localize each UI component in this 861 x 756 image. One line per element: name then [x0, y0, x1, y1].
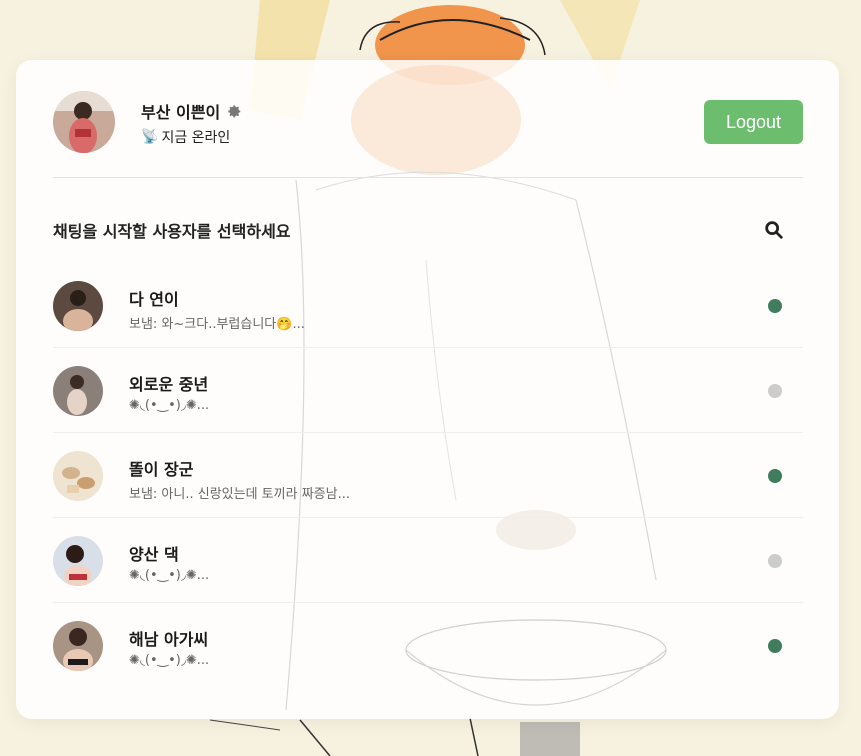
user-list-item[interactable]: 똘이 장군 보냄: 아니.. 신랑있는데 토끼라 짜증남...	[53, 433, 803, 518]
online-status: 📡 지금 온라인	[141, 127, 230, 147]
profile-name-row: 부산 이쁜이	[141, 99, 242, 123]
user-avatar	[53, 536, 103, 586]
status-dot	[768, 554, 782, 568]
last-message: ✺◟(•‿•)◞✺...	[129, 653, 210, 668]
status-dot	[768, 639, 782, 653]
profile-name: 부산 이쁜이	[141, 103, 221, 122]
user-name: 똘이 장군	[129, 460, 194, 479]
chat-panel: 부산 이쁜이 📡 지금 온라인 Logout 채팅을 시작할 사용자를 선택하세…	[16, 60, 839, 719]
status-dot	[768, 299, 782, 313]
satellite-antenna-icon: 📡	[141, 129, 159, 145]
user-avatar	[53, 281, 103, 331]
user-list-item[interactable]: 해남 아가씨 ✺◟(•‿•)◞✺...	[53, 603, 803, 688]
last-message: ✺◟(•‿•)◞✺...	[129, 398, 210, 413]
logout-button[interactable]: Logout	[704, 100, 803, 144]
status-dot	[768, 469, 782, 483]
select-user-prompt: 채팅을 시작할 사용자를 선택하세요	[53, 222, 291, 241]
user-avatar	[53, 451, 103, 501]
user-list-item[interactable]: 외로운 중년 ✺◟(•‿•)◞✺...	[53, 348, 803, 433]
user-name: 다 연이	[129, 290, 179, 309]
divider	[53, 177, 803, 178]
status-dot	[768, 384, 782, 398]
user-name: 외로운 중년	[129, 375, 209, 394]
profile-avatar[interactable]	[53, 91, 115, 153]
last-message: 보냄: 와~크다..부럽습니다🤭...	[129, 317, 305, 332]
gear-icon[interactable]	[226, 103, 242, 119]
last-message: ✺◟(•‿•)◞✺...	[129, 568, 210, 583]
search-icon[interactable]	[763, 219, 785, 241]
online-status-label: 지금 온라인	[161, 130, 231, 146]
user-name: 양산 댁	[129, 545, 179, 564]
user-list-item[interactable]: 양산 댁 ✺◟(•‿•)◞✺...	[53, 518, 803, 603]
profile-header: 부산 이쁜이 📡 지금 온라인 Logout	[53, 91, 803, 153]
user-list: 다 연이 보냄: 와~크다..부럽습니다🤭... 외로운 중년 ✺◟(•‿•)◞…	[53, 263, 803, 688]
last-message: 보냄: 아니.. 신랑있는데 토끼라 짜증남...	[129, 487, 350, 502]
user-name: 해남 아가씨	[129, 630, 209, 649]
user-list-item[interactable]: 다 연이 보냄: 와~크다..부럽습니다🤭...	[53, 263, 803, 348]
user-avatar	[53, 366, 103, 416]
user-avatar	[53, 621, 103, 671]
